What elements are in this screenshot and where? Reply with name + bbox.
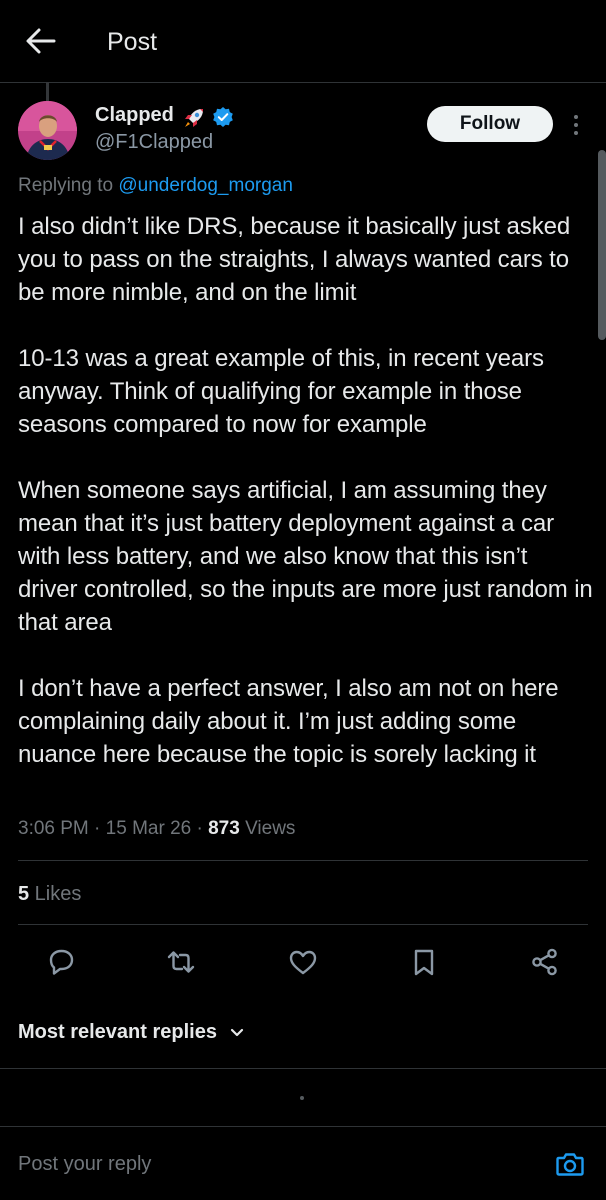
views-label: Views (239, 818, 296, 839)
post-paragraph: I don’t have a perfect answer, I also am… (18, 675, 559, 768)
divider (18, 860, 588, 861)
post-time: 3:06 PM (18, 818, 89, 839)
repost-icon[interactable] (165, 946, 197, 978)
likes-count: 5 (18, 883, 30, 905)
verified-badge-icon (212, 106, 234, 128)
replying-to-mention-link[interactable]: @underdog_morgan (118, 175, 293, 196)
page-title: Post (107, 28, 158, 56)
replying-to-label: Replying to (18, 175, 119, 196)
post-date: 15 Mar 26 (105, 818, 192, 839)
reply-input[interactable]: Post your reply (18, 1153, 151, 1176)
chevron-down-icon[interactable] (228, 1023, 246, 1041)
likes-count-link[interactable]: 5 Likes (18, 883, 81, 906)
scrollbar-thumb[interactable] (598, 150, 606, 340)
share-icon[interactable] (529, 946, 561, 978)
post-paragraph: 10-13 was a great example of this, in re… (18, 345, 544, 438)
top-bar: Post (0, 0, 606, 83)
replies-sort-dropdown[interactable]: Most relevant replies (18, 1021, 217, 1044)
avatar[interactable] (18, 101, 77, 160)
back-arrow-icon[interactable] (24, 26, 58, 56)
replying-to-line: Replying to @underdog_morgan (18, 175, 293, 197)
likes-label: Likes (29, 883, 82, 905)
author-handle[interactable]: @F1Clapped (95, 131, 213, 154)
follow-button[interactable]: Follow (427, 106, 553, 142)
post-paragraph: I also didn’t like DRS, because it basic… (18, 213, 571, 306)
post-meta: 3:06 PM · 15 Mar 26 · 873 Views (18, 818, 295, 840)
heart-icon[interactable] (287, 946, 319, 978)
bookmark-icon[interactable] (408, 946, 440, 978)
rocket-emoji-icon (182, 106, 206, 130)
post-paragraph: When someone says artificial, I am assum… (18, 477, 593, 636)
thread-connector-line (46, 82, 49, 102)
divider (18, 924, 588, 925)
divider (0, 1068, 606, 1069)
post-text: I also didn’t like DRS, because it basic… (18, 210, 593, 771)
meta-separator: · (88, 818, 106, 839)
loading-dot (300, 1096, 304, 1100)
author-display-name[interactable]: Clapped (95, 104, 174, 127)
camera-icon[interactable] (555, 1149, 585, 1179)
meta-separator: · (191, 818, 209, 839)
more-options-icon[interactable] (568, 112, 584, 138)
views-count[interactable]: 873 (208, 818, 240, 839)
divider (0, 1126, 606, 1127)
reply-icon[interactable] (45, 946, 77, 978)
